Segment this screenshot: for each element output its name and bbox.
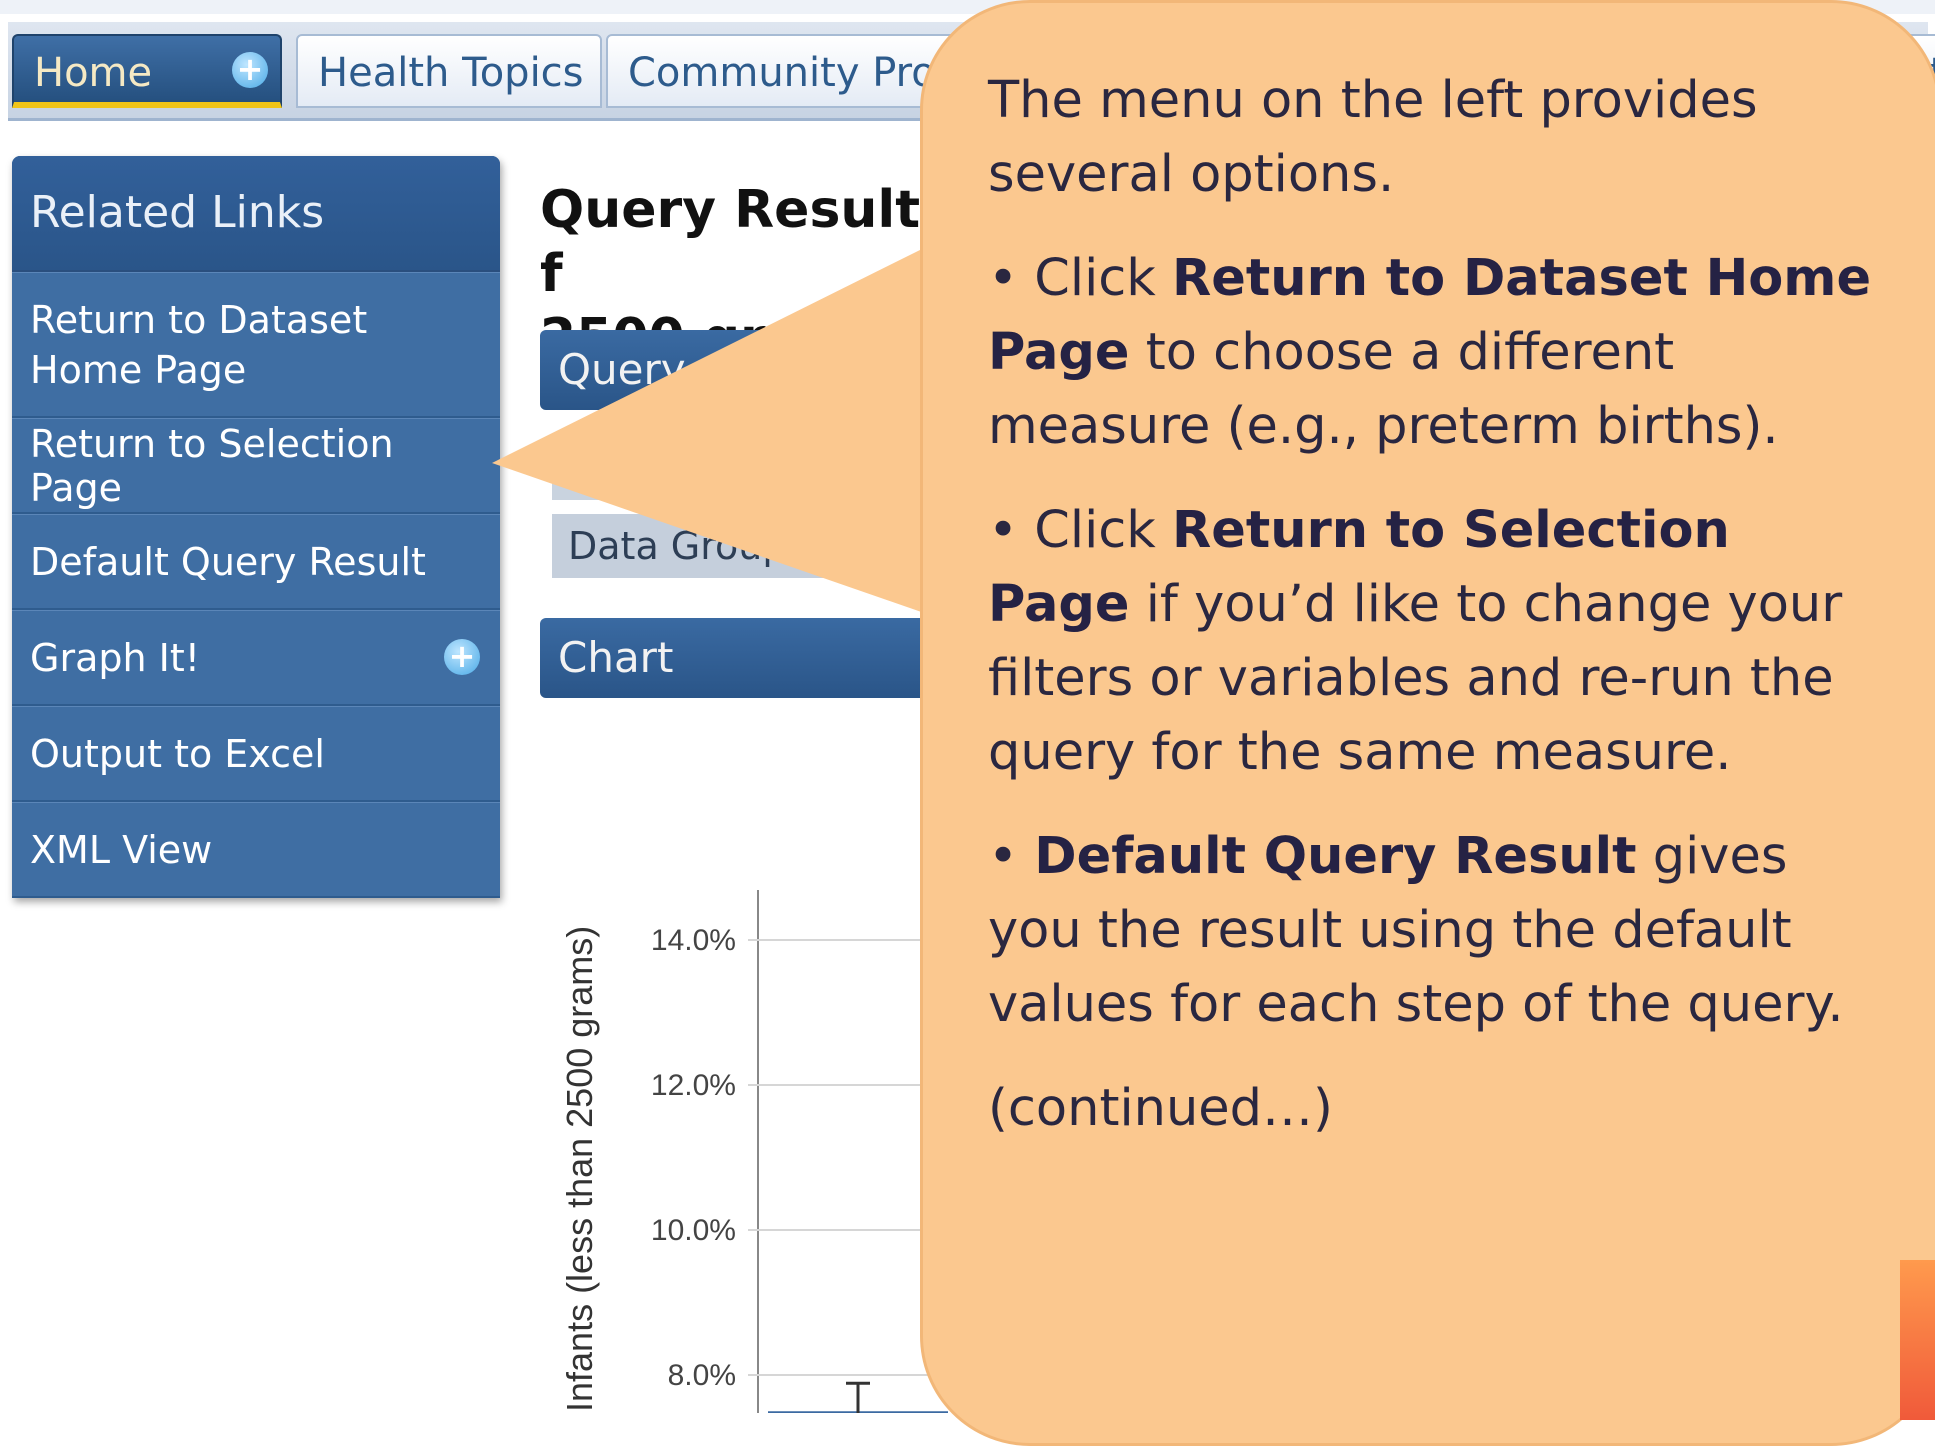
callout-continued: (continued…) (988, 1079, 1333, 1138)
callout-text: The menu on the left provides several op… (988, 64, 1888, 1176)
callout-intro: The menu on the left provides several op… (988, 71, 1758, 204)
callout-bullet-2: • Click Return to Selection Page if you’… (988, 501, 1843, 782)
corner-accent (1900, 1260, 1935, 1420)
callout-bullet-1: • Click Return to Dataset Home Page to c… (988, 249, 1872, 456)
callout-bullet-3: • Default Query Result gives you the res… (988, 827, 1844, 1034)
